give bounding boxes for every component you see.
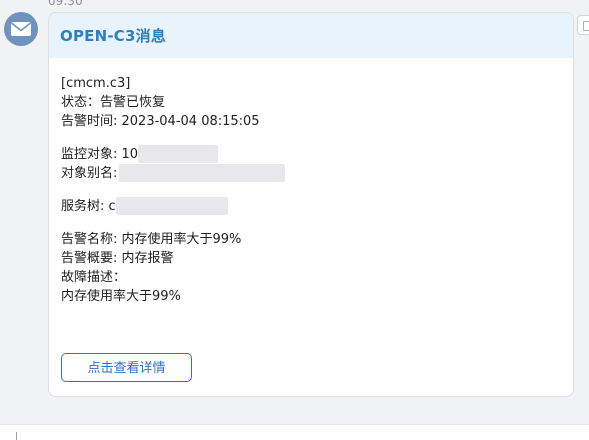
fault-detail-line: 内存使用率大于99% <box>61 289 181 304</box>
tree-code-line: [cmcm.c3] <box>61 76 131 91</box>
message-card: OPEN-C3消息 [cmcm.c3] 状态：告警已恢复 告警时间: 2023-… <box>48 12 574 397</box>
avatar[interactable] <box>4 12 38 46</box>
target-alias-line: 对象别名: <box>61 163 573 183</box>
view-details-button[interactable]: 点击查看详情 <box>61 353 192 382</box>
alert-summary-line: 告警概要: 内存报警 <box>61 251 174 266</box>
envelope-icon <box>11 22 31 36</box>
monitor-target-line: 监控对象: 10 <box>61 144 573 164</box>
alert-name-line: 告警名称: 内存使用率大于99% <box>61 232 242 247</box>
side-panel-toggle[interactable] <box>577 15 589 35</box>
redacted-block <box>119 163 286 182</box>
alert-time-line: 告警时间: 2023-04-04 08:15:05 <box>61 114 260 129</box>
service-tree-text: 服务树: c <box>61 199 116 214</box>
service-tree-line: 服务树: c <box>61 196 573 216</box>
input-caret <box>16 432 17 440</box>
fault-desc-line: 故障描述： <box>61 270 127 285</box>
message-input-area[interactable] <box>0 424 589 440</box>
card-body: [cmcm.c3] 状态：告警已恢复 告警时间: 2023-04-04 08:1… <box>49 58 573 306</box>
card-header: OPEN-C3消息 <box>49 13 573 58</box>
card-title: OPEN-C3消息 <box>60 27 167 45</box>
chat-window: 09:30 OPEN-C3消息 [cmcm.c3] 状态：告警已恢复 告警时间:… <box>0 0 589 440</box>
status-line: 状态：告警已恢复 <box>61 95 166 110</box>
redacted-block <box>115 196 228 215</box>
target-alias-text: 对象别名: <box>61 166 118 181</box>
redacted-block <box>138 144 219 163</box>
monitor-target-text: 监控对象: 10 <box>61 147 139 162</box>
message-timestamp: 09:30 <box>48 0 83 8</box>
